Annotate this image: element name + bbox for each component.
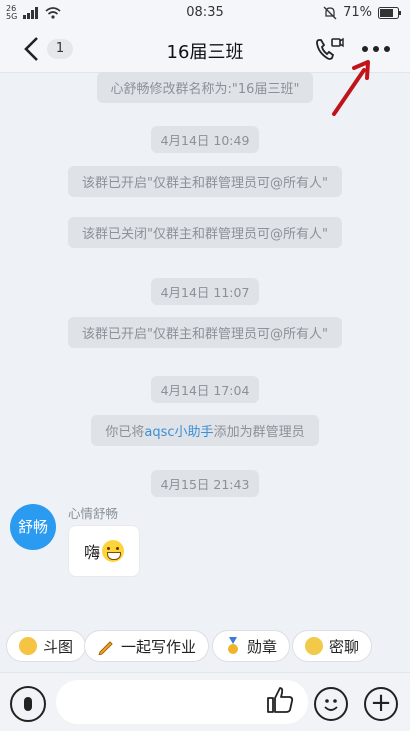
notice-rename: 心舒畅修改群名称为:"16届三班" xyxy=(96,72,314,103)
quick-actions: 斗图 一起写作业 勋章 密聊 xyxy=(0,624,410,668)
message-text: 嗨 xyxy=(83,543,100,562)
notice-text: 该群已关闭"仅群主和群管理员可@所有人" xyxy=(68,217,342,248)
battery-icon xyxy=(378,6,401,19)
medal-icon xyxy=(228,637,238,654)
timestamp-text: 4月14日 10:49 xyxy=(150,126,260,153)
voice-button[interactable] xyxy=(10,686,46,722)
quick-action-sticker[interactable]: 斗图 xyxy=(6,630,87,662)
quick-action-medal[interactable]: 勋章 xyxy=(212,630,291,662)
grinning-face-icon xyxy=(102,540,124,562)
more-dot xyxy=(384,46,390,52)
timestamp-text: 4月14日 11:07 xyxy=(150,278,260,305)
admin-notice: 你已将aqsc小助手添加为群管理员 xyxy=(91,415,319,446)
plus-button[interactable]: + xyxy=(364,687,398,721)
system-notice: 你已将aqsc小助手添加为群管理员 xyxy=(0,415,410,446)
plus-icon: + xyxy=(370,688,392,718)
thumbs-up-icon[interactable] xyxy=(265,685,295,715)
status-bar: 26 5G 08:35 71% xyxy=(0,0,410,26)
chip-label: 密聊 xyxy=(329,637,360,656)
admin-user-link[interactable]: aqsc小助手 xyxy=(144,425,213,440)
chip-label: 勋章 xyxy=(247,637,278,656)
battery-percent: 71% xyxy=(343,5,372,20)
system-notice: 心舒畅修改群名称为:"16届三班" xyxy=(0,72,410,103)
pencil-icon xyxy=(98,641,113,655)
timestamp: 4月14日 17:04 xyxy=(0,376,410,403)
notice-text: 该群已开启"仅群主和群管理员可@所有人" xyxy=(68,166,342,197)
message-list[interactable]: 心舒畅修改群名称为:"16届三班" 4月14日 10:49 该群已开启"仅群主和… xyxy=(0,72,410,612)
chip-label: 斗图 xyxy=(43,637,74,656)
input-bar: + xyxy=(0,672,410,731)
system-notice: 该群已开启"仅群主和群管理员可@所有人" xyxy=(0,317,410,348)
system-notice: 该群已开启"仅群主和群管理员可@所有人" xyxy=(0,166,410,197)
mic-icon xyxy=(24,697,32,711)
sender-name: 心情舒畅 xyxy=(68,506,119,521)
system-notice: 该群已关闭"仅群主和群管理员可@所有人" xyxy=(0,217,410,248)
emoji-button[interactable] xyxy=(314,687,348,721)
quick-action-secret-chat[interactable]: 密聊 xyxy=(292,630,373,662)
status-right: 71% xyxy=(323,5,402,20)
more-dot xyxy=(362,46,368,52)
chip-label: 一起写作业 xyxy=(121,637,197,656)
timestamp: 4月14日 11:07 xyxy=(0,278,410,305)
timestamp-text: 4月15日 21:43 xyxy=(150,470,260,497)
secret-chat-face-icon xyxy=(305,637,323,655)
sticker-face-icon xyxy=(19,637,37,655)
timestamp: 4月14日 10:49 xyxy=(0,126,410,153)
more-button[interactable] xyxy=(362,46,390,54)
emoji-icon xyxy=(324,699,338,711)
notice-text: 该群已开启"仅群主和群管理员可@所有人" xyxy=(68,317,342,348)
message-bubble[interactable]: 嗨 xyxy=(68,525,140,577)
timestamp-text: 4月14日 17:04 xyxy=(150,376,260,403)
admin-suffix: 添加为群管理员 xyxy=(213,425,305,440)
avatar[interactable]: 舒畅 xyxy=(10,504,56,550)
timestamp: 4月15日 21:43 xyxy=(0,470,410,497)
more-dot xyxy=(373,46,379,52)
mute-bell-icon xyxy=(323,6,337,19)
admin-prefix: 你已将 xyxy=(105,425,145,440)
quick-action-homework[interactable]: 一起写作业 xyxy=(84,630,210,662)
